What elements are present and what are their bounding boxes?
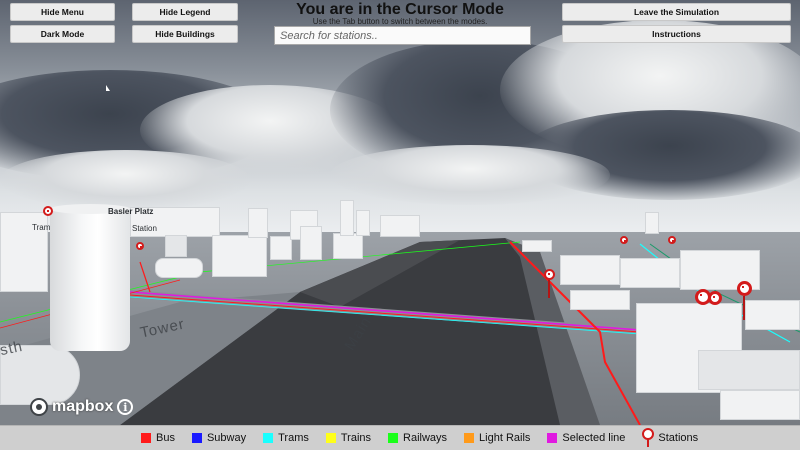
legend-swatch: [464, 433, 475, 443]
building: [620, 258, 680, 288]
station-search-input[interactable]: [274, 26, 531, 45]
legend-item-trams: Trams: [263, 432, 309, 444]
building: [745, 300, 800, 330]
legend-item-stations: Stations: [642, 428, 698, 448]
legend-swatch: [141, 433, 151, 443]
legend-swatch: [191, 433, 202, 443]
building: [212, 235, 267, 277]
station-marker[interactable]: [43, 206, 53, 216]
building: [560, 255, 620, 285]
building: [698, 350, 800, 390]
legend-label: Subway: [206, 432, 247, 444]
legend-swatch: [547, 433, 558, 443]
station-marker[interactable]: [136, 242, 144, 250]
info-icon[interactable]: i: [117, 399, 134, 415]
legend-swatch: [263, 433, 274, 443]
mapbox-attribution[interactable]: mapbox i: [30, 398, 134, 416]
mode-hint: Use the Tab button to switch between the…: [312, 17, 488, 26]
legend-item-trains: Trains: [325, 432, 372, 444]
building: [522, 240, 552, 252]
building: [155, 258, 203, 278]
station-pole: [743, 296, 745, 320]
map-3d-view[interactable]: Basler Platz Station Tram Main Tower sth…: [0, 0, 800, 425]
station-icon: [642, 428, 655, 448]
station-marker[interactable]: [708, 291, 722, 305]
hide-buildings-button[interactable]: Hide Buildings: [132, 25, 238, 43]
cloud: [330, 145, 610, 205]
dark-mode-button[interactable]: Dark Mode: [10, 25, 115, 43]
place-label: Station: [132, 224, 157, 233]
legend-label: Bus: [156, 432, 175, 444]
legend-label: Stations: [658, 432, 699, 444]
legend-label: Trams: [278, 432, 309, 444]
legend-item-selected-line: Selected line: [547, 432, 625, 444]
building: [720, 390, 800, 420]
place-label: Tram: [32, 223, 51, 232]
building: [165, 235, 187, 257]
legend-item-subway: Subway: [191, 432, 247, 444]
station-marker[interactable]: [620, 236, 628, 244]
legend-item-light-rails: Light Rails: [464, 432, 530, 444]
building: [380, 215, 420, 237]
cloud: [0, 150, 250, 210]
building: [248, 208, 268, 238]
legend-item-bus: Bus: [141, 432, 175, 444]
hide-legend-button[interactable]: Hide Legend: [132, 3, 238, 21]
building: [270, 236, 292, 260]
legend-label: Railways: [403, 432, 448, 444]
legend-label: Trains: [340, 432, 372, 444]
building: [333, 233, 363, 259]
place-label: Basler Platz: [108, 207, 154, 216]
station-marker[interactable]: [544, 269, 555, 280]
station-pole: [548, 280, 550, 298]
building: [300, 226, 322, 260]
legend-swatch: [388, 433, 399, 443]
legend-item-railways: Railways: [388, 432, 447, 444]
mapbox-text: mapbox: [52, 398, 114, 415]
mouse-cursor-icon: [106, 85, 110, 91]
legend-bar: Bus Subway Trams Trains Railways Light R…: [0, 425, 800, 450]
legend-label: Selected line: [562, 432, 626, 444]
legend-label: Light Rails: [479, 432, 531, 444]
legend-swatch: [325, 433, 336, 443]
tower-building: [50, 208, 130, 351]
building: [356, 210, 370, 236]
building: [570, 290, 630, 310]
instructions-button[interactable]: Instructions: [562, 25, 791, 43]
leave-simulation-button[interactable]: Leave the Simulation: [562, 3, 791, 21]
mapbox-logo-icon: [30, 398, 48, 416]
station-marker[interactable]: [737, 281, 752, 296]
building: [645, 212, 659, 234]
hide-menu-button[interactable]: Hide Menu: [10, 3, 115, 21]
building: [340, 200, 354, 236]
station-marker[interactable]: [668, 236, 676, 244]
